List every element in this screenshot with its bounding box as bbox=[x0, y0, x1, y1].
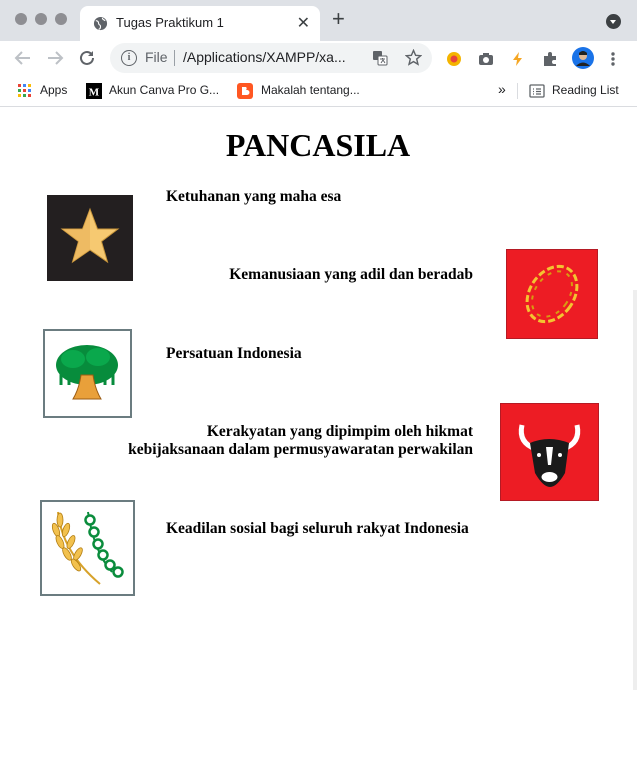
tab-strip: Tugas Praktikum 1 ✕ + bbox=[0, 0, 637, 41]
blogger-icon bbox=[237, 83, 253, 99]
bookmarks-bar: Apps M Akun Canva Pro G... Makalah tenta… bbox=[0, 76, 637, 107]
page-content: PANCASILA Ketuhanan yang maha esa Kemanu… bbox=[3, 107, 633, 771]
browser-toolbar: i File /Applications/XAMPP/xa... bbox=[0, 41, 637, 76]
browser-menu-icon[interactable] bbox=[610, 51, 616, 67]
bookmark-divider bbox=[517, 83, 518, 99]
bookmark-apps[interactable]: Apps bbox=[40, 83, 67, 97]
star-emblem bbox=[47, 195, 133, 281]
sila-5-text: Keadilan sosial bagi seluruh rakyat Indo… bbox=[166, 520, 469, 537]
camera-icon[interactable] bbox=[478, 51, 494, 67]
bookmark-canva[interactable]: Akun Canva Pro G... bbox=[109, 83, 219, 97]
zoom-window-button[interactable] bbox=[55, 13, 67, 25]
extensions-puzzle-icon[interactable] bbox=[542, 51, 558, 67]
bookmark-star-icon[interactable] bbox=[405, 49, 422, 66]
tab-search-icon[interactable] bbox=[606, 14, 621, 29]
bookmark-makalah[interactable]: Makalah tentang... bbox=[261, 83, 360, 97]
sila-4-text-line1: Kerakyatan yang dipimpim oleh hikmat bbox=[206, 423, 473, 440]
sila-3-text: Persatuan Indonesia bbox=[166, 345, 302, 362]
forward-arrow-icon[interactable] bbox=[46, 49, 64, 67]
apps-grid-icon bbox=[18, 84, 31, 97]
window-shadow-edge bbox=[633, 290, 637, 690]
svg-text:M: M bbox=[89, 87, 100, 99]
tab-active[interactable]: Tugas Praktikum 1 ✕ bbox=[80, 6, 320, 41]
bull-head-emblem bbox=[500, 403, 599, 501]
minimize-window-button[interactable] bbox=[35, 13, 47, 25]
reload-icon[interactable] bbox=[78, 49, 96, 67]
reading-list-button[interactable]: Reading List bbox=[552, 83, 619, 97]
url-scheme-label: File bbox=[145, 49, 168, 65]
bookmarks-overflow-chevron-icon[interactable]: » bbox=[498, 81, 506, 97]
back-arrow-icon[interactable] bbox=[14, 49, 32, 67]
extension-circle-icon[interactable] bbox=[446, 51, 462, 67]
rice-cotton-emblem bbox=[40, 500, 135, 596]
close-tab-icon[interactable]: ✕ bbox=[297, 13, 310, 33]
globe-icon bbox=[93, 16, 108, 31]
site-info-icon[interactable]: i bbox=[121, 50, 137, 66]
address-bar[interactable]: i File /Applications/XAMPP/xa... bbox=[110, 43, 432, 73]
translate-icon[interactable] bbox=[372, 50, 388, 66]
omnibox-divider bbox=[174, 50, 175, 66]
lightning-icon[interactable] bbox=[510, 51, 526, 67]
tab-title: Tugas Praktikum 1 bbox=[116, 15, 224, 30]
medium-logo-icon: M bbox=[86, 83, 102, 99]
sila-2-text: Kemanusiaan yang adil dan beradab bbox=[229, 266, 473, 283]
sila-4-text-line2: kebijaksanaan dalam permusyawaratan perw… bbox=[128, 441, 473, 458]
reading-list-icon bbox=[529, 84, 545, 98]
banyan-tree-emblem bbox=[43, 329, 132, 418]
chain-emblem bbox=[506, 249, 598, 339]
sila-1-text: Ketuhanan yang maha esa bbox=[166, 188, 342, 205]
new-tab-button[interactable]: + bbox=[332, 7, 345, 31]
close-window-button[interactable] bbox=[15, 13, 27, 25]
profile-avatar[interactable] bbox=[572, 47, 594, 69]
url-text[interactable]: /Applications/XAMPP/xa... bbox=[183, 49, 346, 65]
page-title: PANCASILA bbox=[225, 127, 411, 163]
